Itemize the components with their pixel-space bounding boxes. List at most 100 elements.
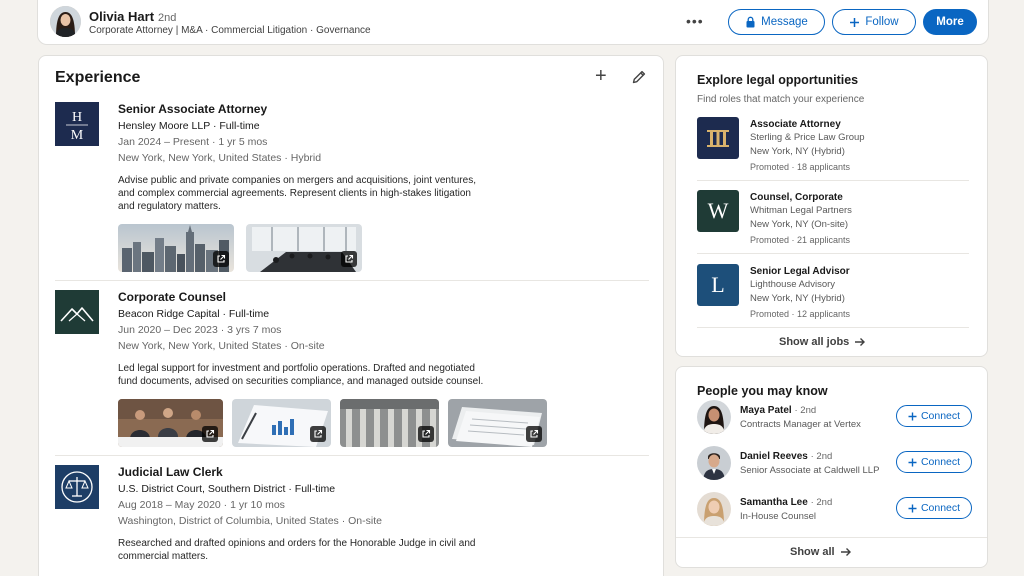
arrow-right-icon — [855, 338, 866, 346]
divider — [55, 280, 649, 281]
hensley-moore-logo[interactable]: H M — [55, 102, 99, 146]
job-listing[interactable]: L Senior Legal Advisor Lighthouse Adviso… — [697, 261, 969, 321]
position-location: Washington, District of Columbia, United… — [118, 515, 382, 527]
position-dates: Jan 2024 – Present · 1 yr 5 mos — [118, 136, 268, 148]
person-degree: · 2nd — [810, 451, 833, 462]
job-promoted: Promoted · 21 applicants — [750, 235, 851, 245]
external-link-icon — [310, 426, 326, 442]
external-link-icon — [213, 251, 229, 267]
job-listing[interactable]: W Counsel, Corporate Whitman Legal Partn… — [697, 187, 969, 247]
job-title: Senior Legal Advisor — [750, 266, 850, 277]
position-description: Researched and drafted opinions and orde… — [118, 538, 476, 562]
person-suggestion: Maya Patel · 2nd Contracts Manager at Ve… — [697, 400, 977, 438]
profile-name-text[interactable]: Olivia Hart — [89, 9, 154, 24]
position-dates: Aug 2018 – May 2020 · 1 yr 10 mos — [118, 499, 285, 511]
person-degree: · 2nd — [794, 405, 817, 416]
scales-of-justice-logo[interactable] — [55, 465, 99, 509]
external-link-icon — [418, 426, 434, 442]
logo-letter: L — [711, 272, 725, 297]
profile-avatar[interactable] — [50, 6, 81, 37]
message-label: Message — [761, 16, 808, 28]
lock-icon — [746, 16, 755, 28]
connect-label: Connect — [920, 410, 961, 422]
panel-subtitle: Find roles that match your experience — [697, 94, 865, 105]
profile-name[interactable]: Olivia Hart 2nd — [89, 9, 176, 24]
external-link-icon — [202, 426, 218, 442]
job-title: Counsel, Corporate — [750, 192, 843, 203]
show-all-people-link[interactable]: Show all — [790, 546, 852, 558]
whitman-logo: W — [697, 190, 739, 232]
job-company: Sterling & Price Law Group — [750, 132, 865, 143]
city-skyline-media[interactable] — [118, 224, 234, 272]
job-company: Lighthouse Advisory — [750, 279, 836, 290]
job-promoted: Promoted · 18 applicants — [750, 162, 851, 172]
position-location: New York, New York, United States · On-s… — [118, 340, 325, 352]
person-degree: · 2nd — [810, 497, 833, 508]
add-experience-icon[interactable]: + — [595, 66, 607, 86]
message-button[interactable]: Message — [728, 9, 825, 35]
avatar[interactable] — [697, 446, 731, 480]
more-button[interactable]: More — [923, 9, 977, 35]
documents-media[interactable] — [448, 399, 547, 447]
person-headline: Senior Associate at Caldwell LLP — [740, 465, 880, 476]
person-name[interactable]: Maya Patel — [740, 405, 792, 416]
section-title: Experience — [55, 69, 141, 86]
connect-button[interactable]: Connect — [896, 497, 972, 519]
edit-pencil-icon[interactable] — [631, 69, 647, 90]
show-all-jobs-link[interactable]: Show all jobs — [779, 336, 866, 348]
connect-label: Connect — [920, 502, 961, 514]
building-columns-media[interactable] — [340, 399, 439, 447]
job-location: New York, NY (On-site) — [750, 218, 849, 230]
svg-text:H: H — [72, 110, 82, 125]
financial-report-media[interactable] — [232, 399, 331, 447]
position-location: New York, New York, United States · Hybr… — [118, 152, 322, 164]
experience-section: Experience + H M Senior Associate Attorn… — [38, 55, 664, 576]
person-name[interactable]: Samantha Lee — [740, 497, 808, 508]
position-company: U.S. District Court, Southern District ·… — [118, 483, 336, 495]
logo-letter: W — [707, 198, 729, 223]
position-description: Advise public and private companies on m… — [118, 175, 476, 212]
job-location: New York, NY (Hybrid) — [750, 292, 845, 304]
person-name[interactable]: Daniel Reeves — [740, 451, 808, 462]
position-dates: Jun 2020 – Dec 2023 · 3 yrs 7 mos — [118, 324, 282, 336]
panel-title: Explore legal opportunities — [697, 73, 859, 87]
profile-headline: Corporate Attorney | M&A · Commercial Li… — [89, 25, 371, 36]
job-company: Whitman Legal Partners — [750, 205, 852, 216]
job-location: New York, NY (Hybrid) — [750, 145, 845, 157]
position-title[interactable]: Senior Associate Attorney — [118, 102, 638, 117]
pillar-logo — [697, 117, 739, 159]
job-title: Associate Attorney — [750, 119, 841, 130]
people-you-may-know-panel: People you may know Maya Patel · 2nd Con… — [675, 366, 988, 568]
connect-label: Connect — [920, 456, 961, 468]
profile-degree: 2nd — [158, 12, 177, 24]
divider — [697, 327, 969, 328]
plus-icon — [908, 412, 917, 420]
beacon-ridge-logo[interactable] — [55, 290, 99, 334]
arrow-right-icon — [840, 548, 851, 556]
person-suggestion: Samantha Lee · 2nd In-House Counsel Conn… — [697, 492, 977, 530]
job-listing[interactable]: Associate Attorney Sterling & Price Law … — [697, 114, 969, 174]
panel-title: People you may know — [697, 384, 828, 398]
position-title[interactable]: Corporate Counsel — [118, 290, 638, 305]
meeting-photo-media[interactable] — [118, 399, 223, 447]
legal-opportunities-panel: Explore legal opportunities Find roles t… — [675, 55, 988, 357]
connect-button[interactable]: Connect — [896, 451, 972, 473]
svg-text:M: M — [71, 128, 84, 143]
avatar[interactable] — [697, 400, 731, 434]
more-actions-icon[interactable]: ••• — [686, 13, 704, 29]
plus-icon — [850, 17, 860, 27]
divider — [55, 455, 649, 456]
position-company: Beacon Ridge Capital · Full-time — [118, 308, 270, 320]
lighthouse-logo: L — [697, 264, 739, 306]
show-all-people-label: Show all — [790, 546, 835, 558]
follow-button[interactable]: Follow — [832, 9, 916, 35]
avatar[interactable] — [697, 492, 731, 526]
position-title[interactable]: Judicial Law Clerk — [118, 465, 638, 480]
profile-sticky-bar: Olivia Hart 2nd Corporate Attorney | M&A … — [37, 0, 989, 45]
plus-icon — [908, 458, 917, 466]
external-link-icon — [341, 251, 357, 267]
boardroom-media[interactable] — [246, 224, 362, 272]
connect-button[interactable]: Connect — [896, 405, 972, 427]
divider — [676, 537, 987, 538]
plus-icon — [908, 504, 917, 512]
